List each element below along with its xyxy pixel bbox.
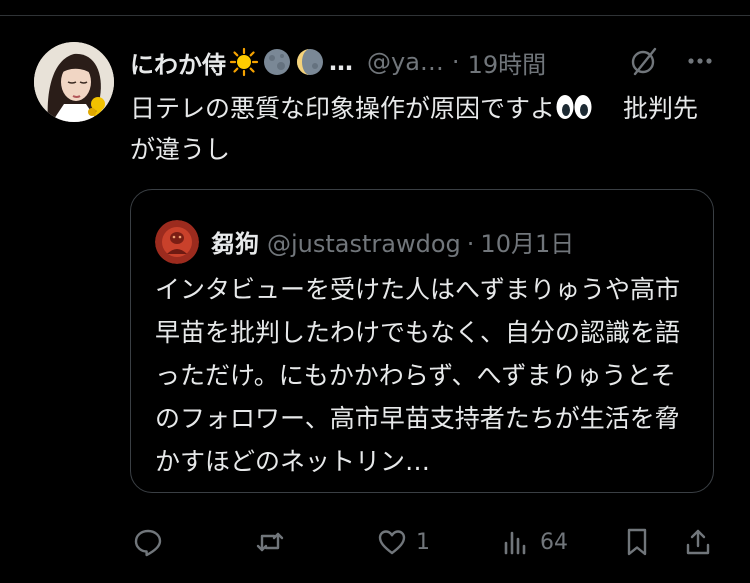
user-handle[interactable]: @ya… <box>367 48 444 76</box>
share-button[interactable] <box>682 520 714 564</box>
tweet-text: 日テレの悪質な印象操作が原因ですよ 批判先が違うし <box>130 88 715 170</box>
name-ellipsis: … <box>329 48 353 76</box>
bookmark-button[interactable] <box>621 520 653 564</box>
quote-text: インタビューを受けた人はへずまりゅうや高市早苗を批判したわけでもなく、自分の認識… <box>155 275 681 476</box>
tweet-header: にわか侍 … @ya… · 19時間 <box>130 44 720 80</box>
quoted-tweet-card[interactable]: 芻狗 @justastrawdog · 10月1日 インタビューを受けた人はへずまりゅ… <box>130 189 714 493</box>
like-count: 1 <box>416 529 430 555</box>
repost-icon <box>256 532 284 552</box>
quote-separator-dot: · <box>466 230 475 258</box>
action-bar: 1 64 <box>0 520 750 564</box>
reply-icon <box>134 529 162 557</box>
quote-display-name[interactable]: 芻狗 <box>211 230 259 258</box>
quote-header: 芻狗 @justastrawdog · 10月1日 <box>211 224 574 259</box>
like-button[interactable]: 1 <box>376 520 430 564</box>
tweet-time[interactable]: 19時間 <box>468 45 547 80</box>
display-name[interactable]: にわか侍 <box>130 45 226 80</box>
user-avatar[interactable] <box>34 42 114 122</box>
quote-avatar[interactable] <box>155 220 199 264</box>
repost-button[interactable] <box>254 520 294 564</box>
share-icon <box>686 529 710 555</box>
new-moon-emoji-icon <box>262 47 292 77</box>
bookmark-icon <box>627 528 647 556</box>
sun-emoji-icon <box>229 47 259 77</box>
grok-icon[interactable] <box>627 44 661 78</box>
separator-dot: · <box>451 48 460 76</box>
top-divider <box>0 15 750 16</box>
tweet-text-main: 日テレの悪質な印象操作が原因ですよ <box>130 94 556 123</box>
quote-handle[interactable]: @justastrawdog <box>267 230 461 258</box>
quote-time[interactable]: 10月1日 <box>480 230 574 258</box>
views-count: 64 <box>540 529 568 555</box>
views-icon <box>504 531 526 555</box>
views-button[interactable]: 64 <box>500 520 568 564</box>
more-options-icon[interactable] <box>683 44 717 78</box>
reply-button[interactable] <box>132 520 172 564</box>
waxing-crescent-emoji-icon <box>295 47 325 77</box>
eyes-emoji-icon <box>555 91 593 119</box>
heart-icon <box>378 530 406 555</box>
